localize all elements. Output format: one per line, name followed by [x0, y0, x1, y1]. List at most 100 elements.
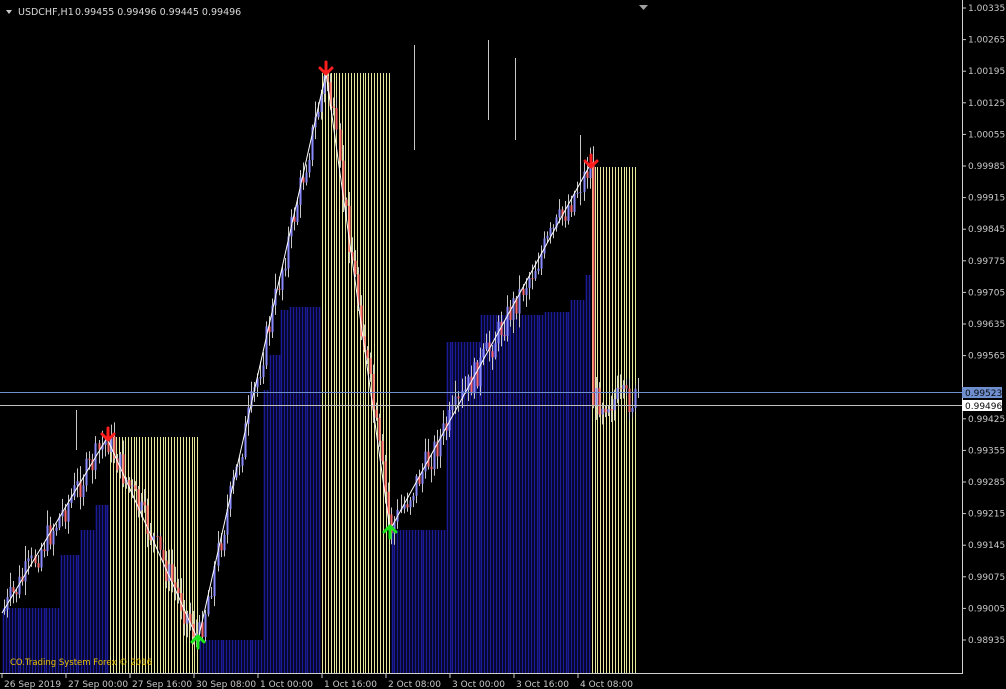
candle-bull [607, 408, 610, 413]
candle-bear [43, 549, 46, 552]
price-tick-label: 0.99355 [968, 446, 1005, 456]
price-tick-label: 0.99075 [968, 573, 1005, 583]
candle-bull [631, 407, 634, 413]
candle-bull [284, 268, 287, 271]
candle-bear [619, 387, 622, 390]
candle-bull [238, 465, 241, 467]
candle-bear [354, 260, 357, 275]
candle-bear [15, 591, 18, 595]
candle-bull [296, 204, 299, 223]
candle-bear [503, 335, 506, 337]
price-tick-label: 1.00265 [968, 36, 1005, 46]
price-tick-label: 0.99145 [968, 541, 1005, 551]
candle-bear [384, 461, 387, 492]
price-tick-label: 0.99215 [968, 510, 1005, 520]
candle-bull [525, 287, 528, 296]
candle-bear [522, 289, 525, 296]
candle-bear [491, 351, 494, 358]
candle-bull [415, 476, 418, 496]
candle-bull [207, 596, 210, 615]
price-tick-label: 0.99915 [968, 194, 1005, 204]
candle-bear [598, 387, 601, 415]
candle-bull [479, 357, 482, 387]
candle-bull [506, 306, 509, 336]
price-tick-label: 0.99635 [968, 320, 1005, 330]
price-tick-label: 0.99985 [968, 162, 1005, 172]
candle-bear [625, 385, 628, 389]
candle-bull [27, 558, 30, 562]
price-chart[interactable]: 1.00335 1.00265 1.00195 1.00125 1.00055 0.999… [0, 0, 1006, 689]
candle-bull [433, 441, 436, 470]
candle-bull [573, 193, 576, 212]
candle-bull [576, 192, 579, 194]
candle-bull [613, 399, 616, 411]
candle-bull [409, 500, 412, 508]
price-tick-label: 0.98935 [968, 636, 1005, 646]
candle-bear [64, 510, 67, 522]
candle-bull [241, 457, 244, 466]
candle-bear [159, 536, 162, 550]
current-price-text: 0.99496 [965, 402, 1002, 412]
candle-bear [375, 409, 378, 418]
candle-bull [622, 385, 625, 390]
time-tick-label: 2 Oct 08:00 [388, 680, 441, 689]
price-tick-label: 0.99845 [968, 225, 1005, 235]
watermark-text: CO.Trading System Forex © 2016 [10, 658, 152, 668]
candle-bull [567, 205, 570, 221]
candle-bull [67, 502, 70, 522]
time-tick-label: 27 Sep 00:00 [68, 680, 128, 689]
candle-bull [82, 485, 85, 498]
candle-bear [378, 417, 381, 441]
candle-bull [482, 348, 485, 358]
candle-bull [281, 270, 284, 290]
candle-bear [162, 549, 165, 561]
candle-bear [171, 564, 174, 583]
candle-bull [40, 549, 43, 568]
candle-bear [12, 587, 15, 592]
price-tick-label: 1.00335 [968, 4, 1005, 14]
candle-bull [259, 376, 262, 379]
candle-bear [604, 408, 607, 413]
candle-bear [406, 504, 409, 508]
hline-price-text: 0.99523 [965, 389, 1002, 399]
candle-bull [421, 471, 424, 484]
candle-bull [528, 278, 531, 288]
candle-bull [454, 396, 457, 405]
candle-bull [546, 235, 549, 239]
candle-bull [534, 270, 537, 279]
candle-bull [412, 495, 415, 501]
candle-bull [76, 481, 79, 486]
candle-bear [88, 458, 91, 460]
candle-bull [317, 111, 320, 118]
candle-bear [570, 205, 573, 212]
time-tick-label: 3 Oct 16:00 [516, 680, 569, 689]
candle-bear [531, 278, 534, 280]
candle-bear [302, 177, 305, 183]
candle-bull [140, 501, 143, 511]
time-tick-label: 3 Oct 00:00 [452, 680, 505, 689]
candle-bull [308, 159, 311, 173]
candle-bear [174, 582, 177, 588]
current-price-label: 0.99496 [962, 400, 1002, 412]
time-tick-label: 30 Sep 08:00 [196, 680, 256, 689]
candle-bull [485, 342, 488, 349]
candle-bear [332, 106, 335, 108]
candle-bull [223, 534, 226, 551]
price-tick-label: 0.99005 [968, 604, 1005, 614]
time-tick-label: 4 Oct 08:00 [580, 680, 633, 689]
price-tick-label: 1.00195 [968, 67, 1005, 77]
price-tick-label: 0.99705 [968, 288, 1005, 298]
price-tick-label: 0.99565 [968, 352, 1005, 362]
candle-bear [381, 440, 384, 462]
price-tick-label: 0.99775 [968, 257, 1005, 267]
candle-bull [494, 343, 497, 358]
candle-bull [55, 527, 58, 532]
candle-bear [49, 525, 52, 545]
price-axis: 1.00335 1.00265 1.00195 1.00125 1.00055 0.999… [962, 4, 1005, 646]
hline-price-label: 0.99523 [962, 387, 1002, 399]
candle-bull [537, 268, 540, 271]
candle-bear [37, 563, 40, 568]
candle-bull [262, 365, 265, 377]
candle-bull [595, 387, 598, 407]
time-tick-label: 1 Oct 00:00 [260, 680, 313, 689]
